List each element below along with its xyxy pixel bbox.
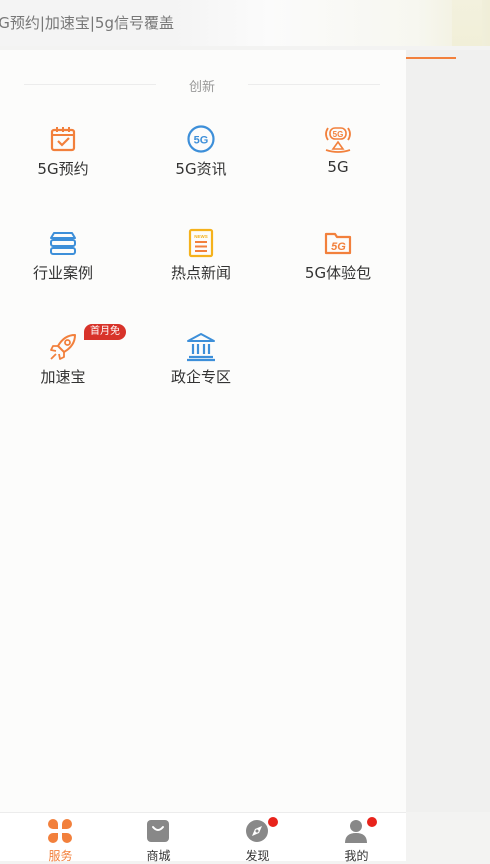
bottom-tab-bar: 服务 商城 发现 我的 <box>0 812 407 863</box>
tab-label: 商城 <box>146 849 171 863</box>
grid-item-label: 行业案例 <box>32 264 93 282</box>
section-header: 创新 <box>24 74 380 96</box>
promo-badge: 首月免 <box>84 324 126 340</box>
news-icon: NEWS <box>186 228 216 258</box>
grid-item-accelerator[interactable]: 首月免 加速宝 <box>0 324 128 412</box>
5g-circle-icon: 5G <box>186 124 216 154</box>
shopping-bag-icon <box>145 818 171 844</box>
grid-item-label: 加速宝 <box>40 368 86 386</box>
search-bar-right-area <box>452 0 482 46</box>
svg-text:5G: 5G <box>331 241 346 253</box>
stack-icon <box>48 228 78 258</box>
search-input[interactable]: 5G预约|加速宝|5g信号覆盖 <box>0 12 174 33</box>
grid-item-label: 5G体验包 <box>304 264 372 282</box>
tab-label: 服务 <box>48 849 73 863</box>
grid-item-5g-news[interactable]: 5G 5G资讯 <box>136 124 266 204</box>
mine-notification-dot <box>366 816 378 828</box>
grid-item-industry-cases[interactable]: 行业案例 <box>0 228 128 308</box>
grid-item-5g-booking[interactable]: 5G预约 <box>0 124 128 204</box>
grid-item-label: 政企专区 <box>170 368 231 386</box>
tab-label: 我的 <box>344 849 369 863</box>
tab-mine[interactable]: 我的 <box>306 813 407 863</box>
rocket-icon <box>48 332 78 362</box>
5g-signal-icon: 5G <box>323 124 353 154</box>
grid-item-label: 5G <box>327 158 349 176</box>
search-bar[interactable]: 5G预约|加速宝|5g信号覆盖 <box>0 0 490 46</box>
grid-item-5g[interactable]: 5G 5G <box>273 124 403 204</box>
right-panel <box>406 50 490 812</box>
four-petal-icon <box>47 818 73 844</box>
tab-label: 发现 <box>245 849 270 863</box>
tab-services[interactable]: 服务 <box>10 813 111 863</box>
svg-text:NEWS: NEWS <box>194 234 208 239</box>
tab-mall[interactable]: 商城 <box>108 813 209 863</box>
calendar-check-icon <box>48 124 78 154</box>
section-title: 创新 <box>188 80 215 95</box>
grid-item-enterprise-zone[interactable]: 政企专区 <box>136 332 266 412</box>
grid-item-label: 5G预约 <box>37 160 89 178</box>
divider-right <box>248 84 380 85</box>
grid-item-label: 热点新闻 <box>170 264 231 282</box>
svg-text:5G: 5G <box>333 130 344 139</box>
bank-icon <box>186 332 216 362</box>
grid-item-5g-package[interactable]: 5G 5G体验包 <box>273 228 403 308</box>
5g-folder-icon: 5G <box>323 228 353 258</box>
svg-text:5G: 5G <box>194 135 209 147</box>
discover-notification-dot <box>267 816 279 828</box>
tab-indicator <box>406 57 456 59</box>
grid-item-label: 5G资讯 <box>175 160 227 178</box>
grid-item-hot-news[interactable]: NEWS 热点新闻 <box>136 228 266 308</box>
tab-discover[interactable]: 发现 <box>207 813 308 863</box>
